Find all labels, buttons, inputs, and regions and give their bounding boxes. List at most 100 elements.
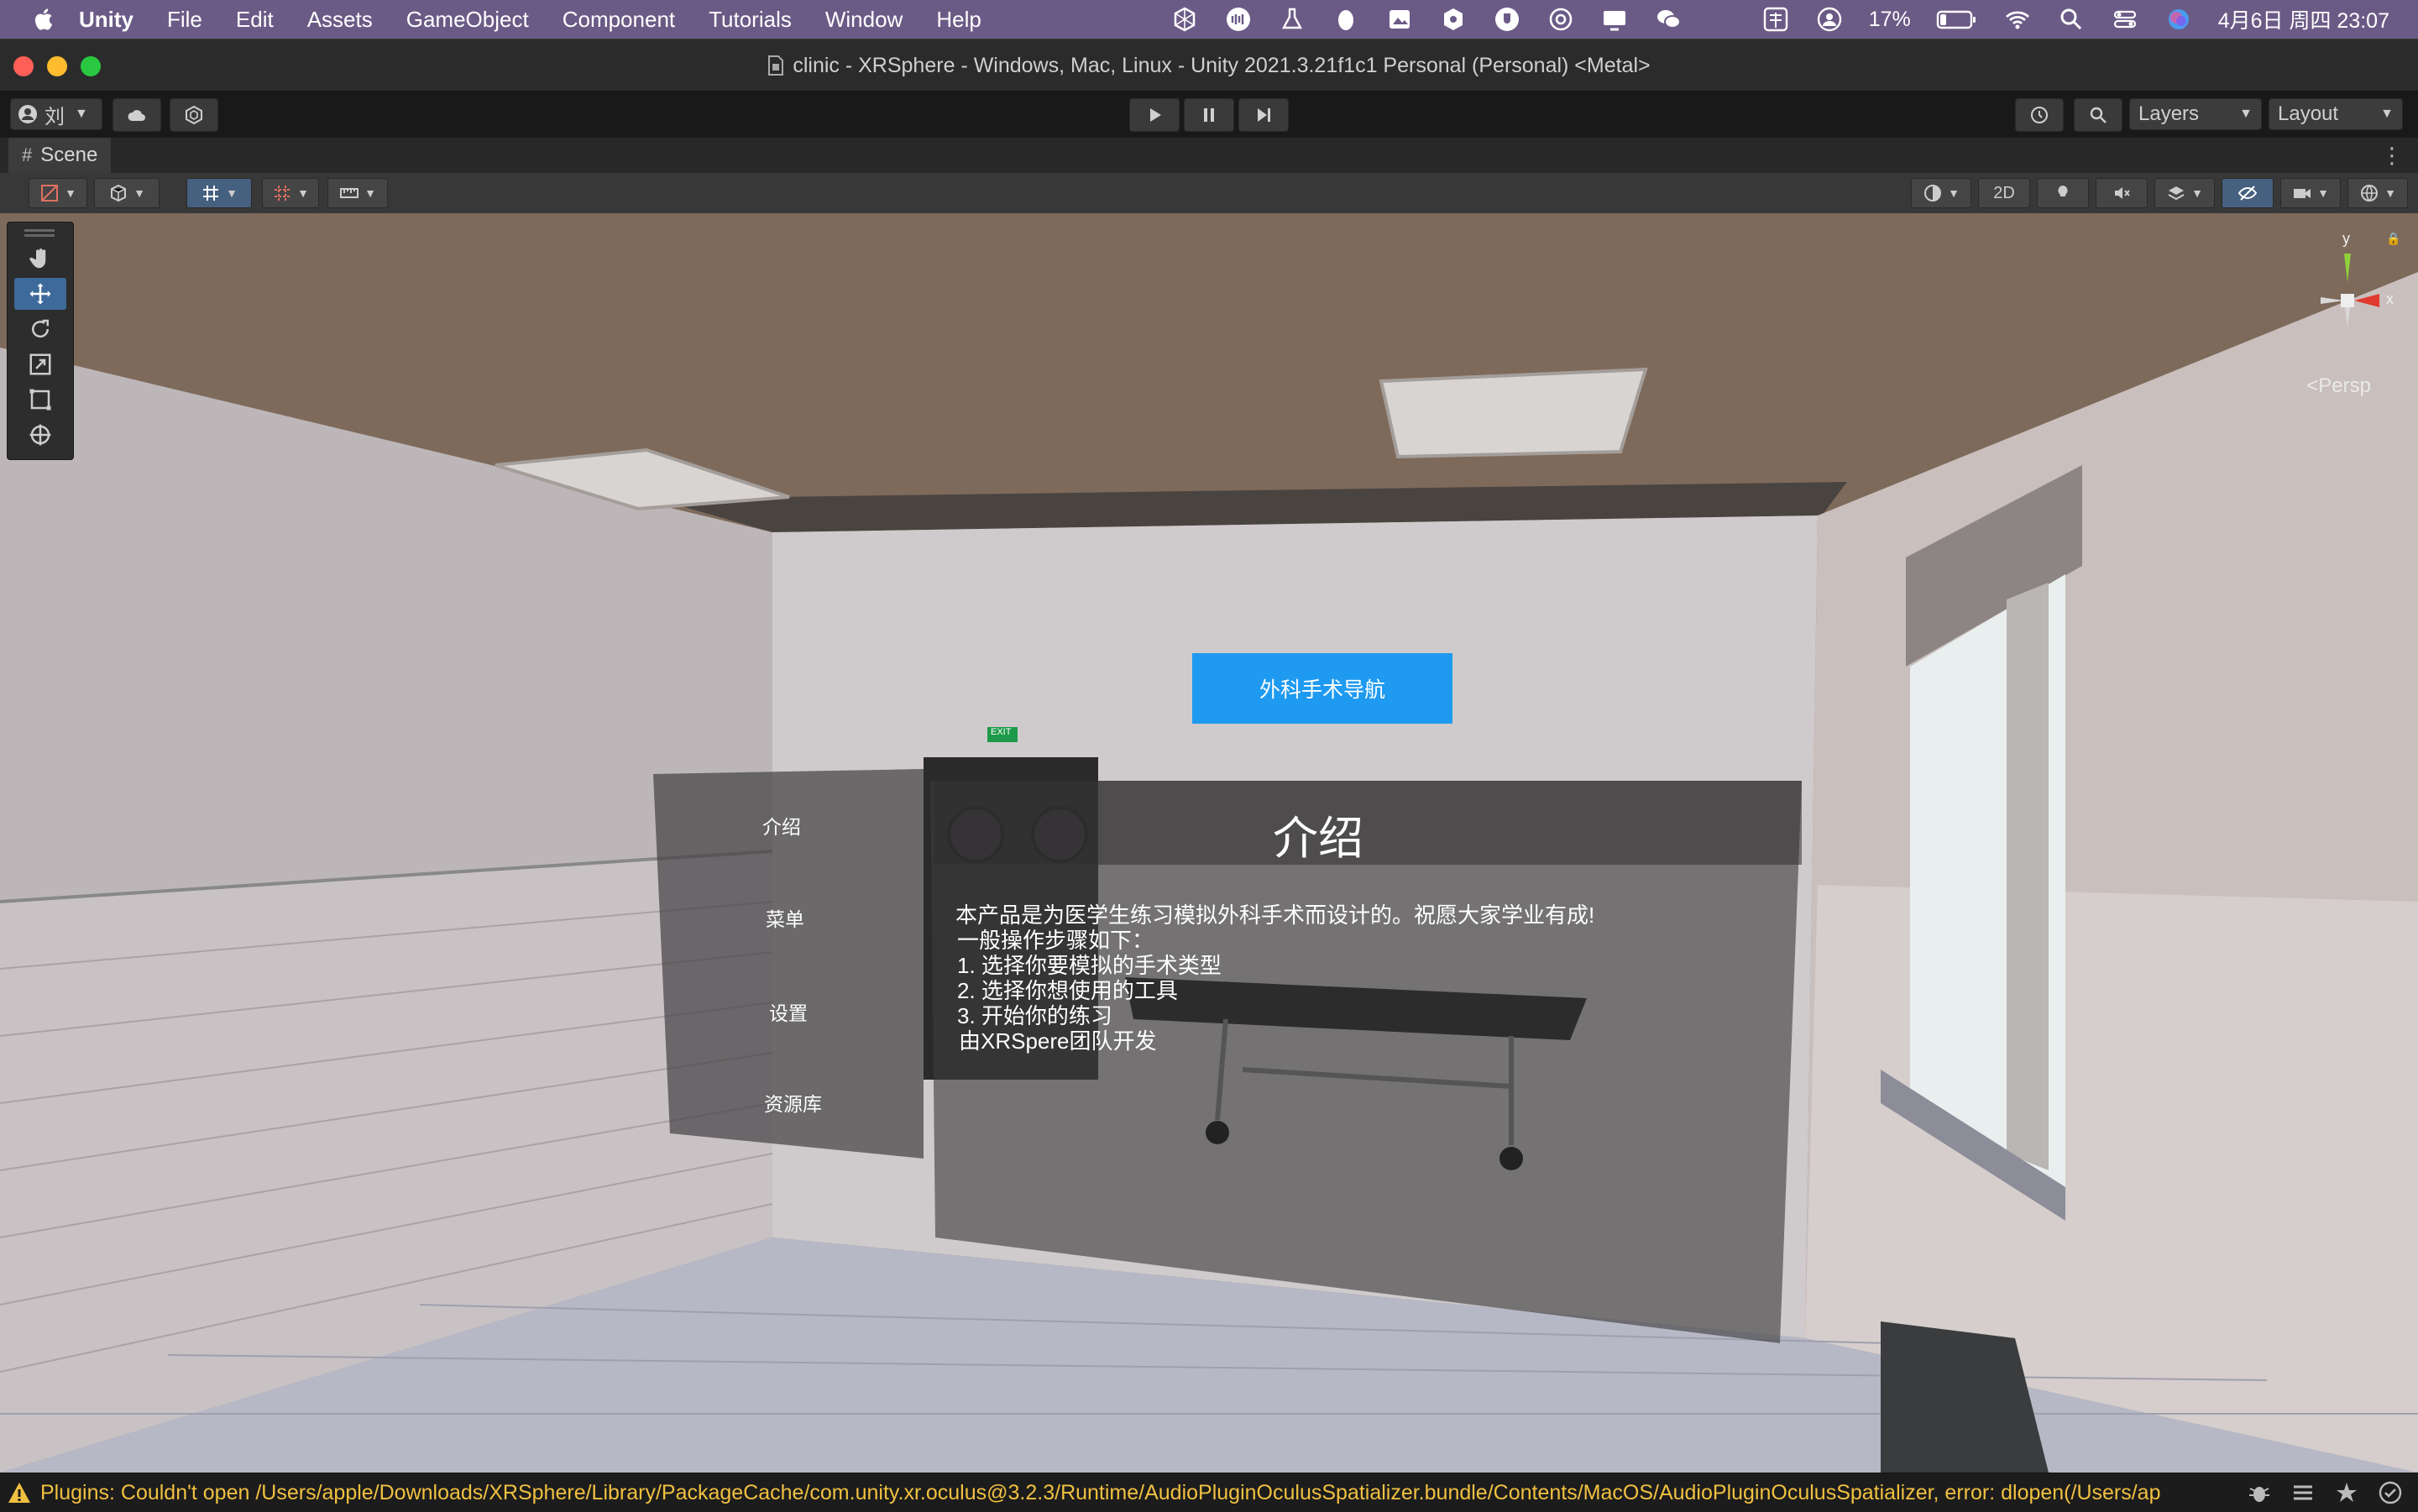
move-arrows-icon xyxy=(29,283,51,305)
effects-dropdown[interactable]: ▼ xyxy=(2154,178,2215,208)
ruler-dropdown[interactable]: ▼ xyxy=(327,178,388,208)
operating-room-render xyxy=(0,213,2418,1473)
hand-tool[interactable] xyxy=(14,243,66,275)
shading-mode-dropdown[interactable]: ▼ xyxy=(1911,178,1971,208)
play-button[interactable] xyxy=(1129,98,1180,132)
debug-icon[interactable] xyxy=(2247,1480,2272,1505)
layers-dropdown[interactable]: Layers ▼ xyxy=(2129,98,2262,130)
step-icon xyxy=(1258,108,1270,122)
camera-icon xyxy=(2294,189,2311,198)
menu-assets[interactable]: Assets xyxy=(307,7,373,33)
draw-mode-dropdown[interactable]: ▼ xyxy=(29,178,87,208)
rotate-icon xyxy=(32,319,50,338)
scene-viewport[interactable]: 外科手术导航 EXIT 介绍 菜单 设置 资源库 介绍 本产品是为医学生练习模拟… xyxy=(0,213,2418,1473)
ruler-icon xyxy=(340,188,359,198)
panel-text-line: 一般操作步骤如下： xyxy=(957,928,1154,953)
rotate-tool[interactable] xyxy=(14,313,66,345)
menu-help[interactable]: Help xyxy=(936,7,981,33)
console-warning-message[interactable]: Plugins: Couldn't open /Users/apple/Down… xyxy=(40,1481,2240,1505)
increment-snap-icon xyxy=(275,186,290,201)
projection-label[interactable]: <Persp xyxy=(2306,374,2371,398)
auto-generate-lighting-icon[interactable] xyxy=(2334,1480,2359,1505)
menu-tutorials[interactable]: Tutorials xyxy=(709,7,792,33)
menu-unity[interactable]: Unity xyxy=(79,7,133,33)
menu-edit[interactable]: Edit xyxy=(236,7,274,33)
play-icon xyxy=(1150,108,1161,122)
moon-icon[interactable] xyxy=(1708,5,1736,34)
menu-window[interactable]: Window xyxy=(825,7,903,33)
step-button[interactable] xyxy=(1238,98,1289,132)
transform-icon xyxy=(29,424,51,446)
pause-button[interactable] xyxy=(1184,98,1234,132)
history-icon xyxy=(2031,107,2048,123)
menu-item-menu[interactable]: 菜单 xyxy=(766,903,804,932)
hex-app-icon[interactable] xyxy=(1439,5,1468,34)
render-mode-dropdown[interactable]: ▼ xyxy=(94,178,160,208)
search-button[interactable] xyxy=(2074,98,2122,132)
more-options-icon[interactable]: ⋮ xyxy=(2381,143,2403,169)
undo-history-button[interactable] xyxy=(2015,98,2064,132)
menu-item-intro[interactable]: 介绍 xyxy=(762,811,801,840)
account-dropdown[interactable]: 刘 ▼ xyxy=(10,98,102,130)
menu-item-settings[interactable]: 设置 xyxy=(769,997,808,1026)
siri-icon[interactable] xyxy=(2164,5,2193,34)
check-icon[interactable] xyxy=(2378,1480,2403,1505)
rect-transform-icon xyxy=(29,389,51,411)
transform-tool[interactable] xyxy=(14,419,66,451)
increment-snap-dropdown[interactable]: ▼ xyxy=(262,178,319,208)
scale-icon xyxy=(29,353,51,375)
image-editor-icon[interactable] xyxy=(1385,5,1414,34)
tab-scene[interactable]: # Scene xyxy=(8,138,112,173)
audio-meter-icon[interactable] xyxy=(1224,5,1253,34)
control-center-icon[interactable] xyxy=(2111,5,2139,34)
wifi-icon[interactable] xyxy=(2003,5,2032,34)
scene-tab-bar: # Scene ⋮ xyxy=(0,138,2418,174)
pause-icon xyxy=(1204,108,1214,122)
surgery-navigation-button[interactable]: 外科手术导航 xyxy=(1192,653,1452,724)
layout-label: Layout xyxy=(2278,102,2339,125)
apple-icon[interactable] xyxy=(34,7,57,32)
date-time[interactable]: 4月6日 周四 23:07 xyxy=(2218,4,2389,34)
hand-icon xyxy=(29,249,46,269)
shield-icon[interactable] xyxy=(1493,5,1521,34)
grid-snap-toggle[interactable]: ▼ xyxy=(186,178,252,208)
progress-icon[interactable] xyxy=(2290,1480,2316,1505)
layout-dropdown[interactable]: Layout ▼ xyxy=(2269,98,2403,130)
menu-gameobject[interactable]: GameObject xyxy=(406,7,529,33)
orientation-gizmo[interactable]: y x 🔒 xyxy=(2295,227,2400,353)
input-method-icon[interactable] xyxy=(1761,5,1790,34)
panel-text-line: 1. 选择你要模拟的手术类型 xyxy=(957,953,1222,978)
lighting-toggle[interactable] xyxy=(2037,178,2089,208)
sphere-icon xyxy=(1924,185,1942,201)
drag-handle[interactable] xyxy=(24,229,55,232)
chevron-left-icon: < xyxy=(2306,374,2319,397)
2d-toggle[interactable]: 2D xyxy=(1978,178,2030,208)
menu-component[interactable]: Component xyxy=(563,7,675,33)
move-tool[interactable] xyxy=(14,278,66,310)
unity-hub-icon[interactable] xyxy=(1170,5,1199,34)
battery-percentage: 17% xyxy=(1868,7,1911,31)
scale-tool[interactable] xyxy=(14,348,66,380)
flask-icon[interactable] xyxy=(1278,5,1306,34)
cloud-button[interactable] xyxy=(113,98,161,132)
battery-icon[interactable] xyxy=(1936,5,1978,34)
collab-button[interactable] xyxy=(170,98,218,132)
chevron-down-icon: ▼ xyxy=(2239,107,2253,121)
user-account-icon[interactable] xyxy=(1815,5,1844,34)
globe-icon xyxy=(2361,185,2379,201)
spotlight-search-icon[interactable] xyxy=(2057,5,2086,34)
lock-icon[interactable]: 🔒 xyxy=(2386,232,2400,246)
sync-icon[interactable] xyxy=(1547,5,1575,34)
camera-dropdown[interactable]: ▼ xyxy=(2280,178,2341,208)
chevron-down-icon: ▼ xyxy=(2380,107,2394,121)
rect-tool[interactable] xyxy=(14,384,66,416)
gizmos-dropdown[interactable]: ▼ xyxy=(2347,178,2408,208)
qq-penguin-icon[interactable] xyxy=(1332,5,1360,34)
audio-toggle[interactable] xyxy=(2096,178,2148,208)
wechat-icon[interactable] xyxy=(1654,5,1683,34)
chevron-down-icon: ▼ xyxy=(75,107,88,121)
menu-item-library[interactable]: 资源库 xyxy=(764,1088,822,1117)
menu-file[interactable]: File xyxy=(167,7,202,33)
screen-share-icon[interactable] xyxy=(1600,5,1629,34)
visibility-toggle[interactable] xyxy=(2222,178,2274,208)
